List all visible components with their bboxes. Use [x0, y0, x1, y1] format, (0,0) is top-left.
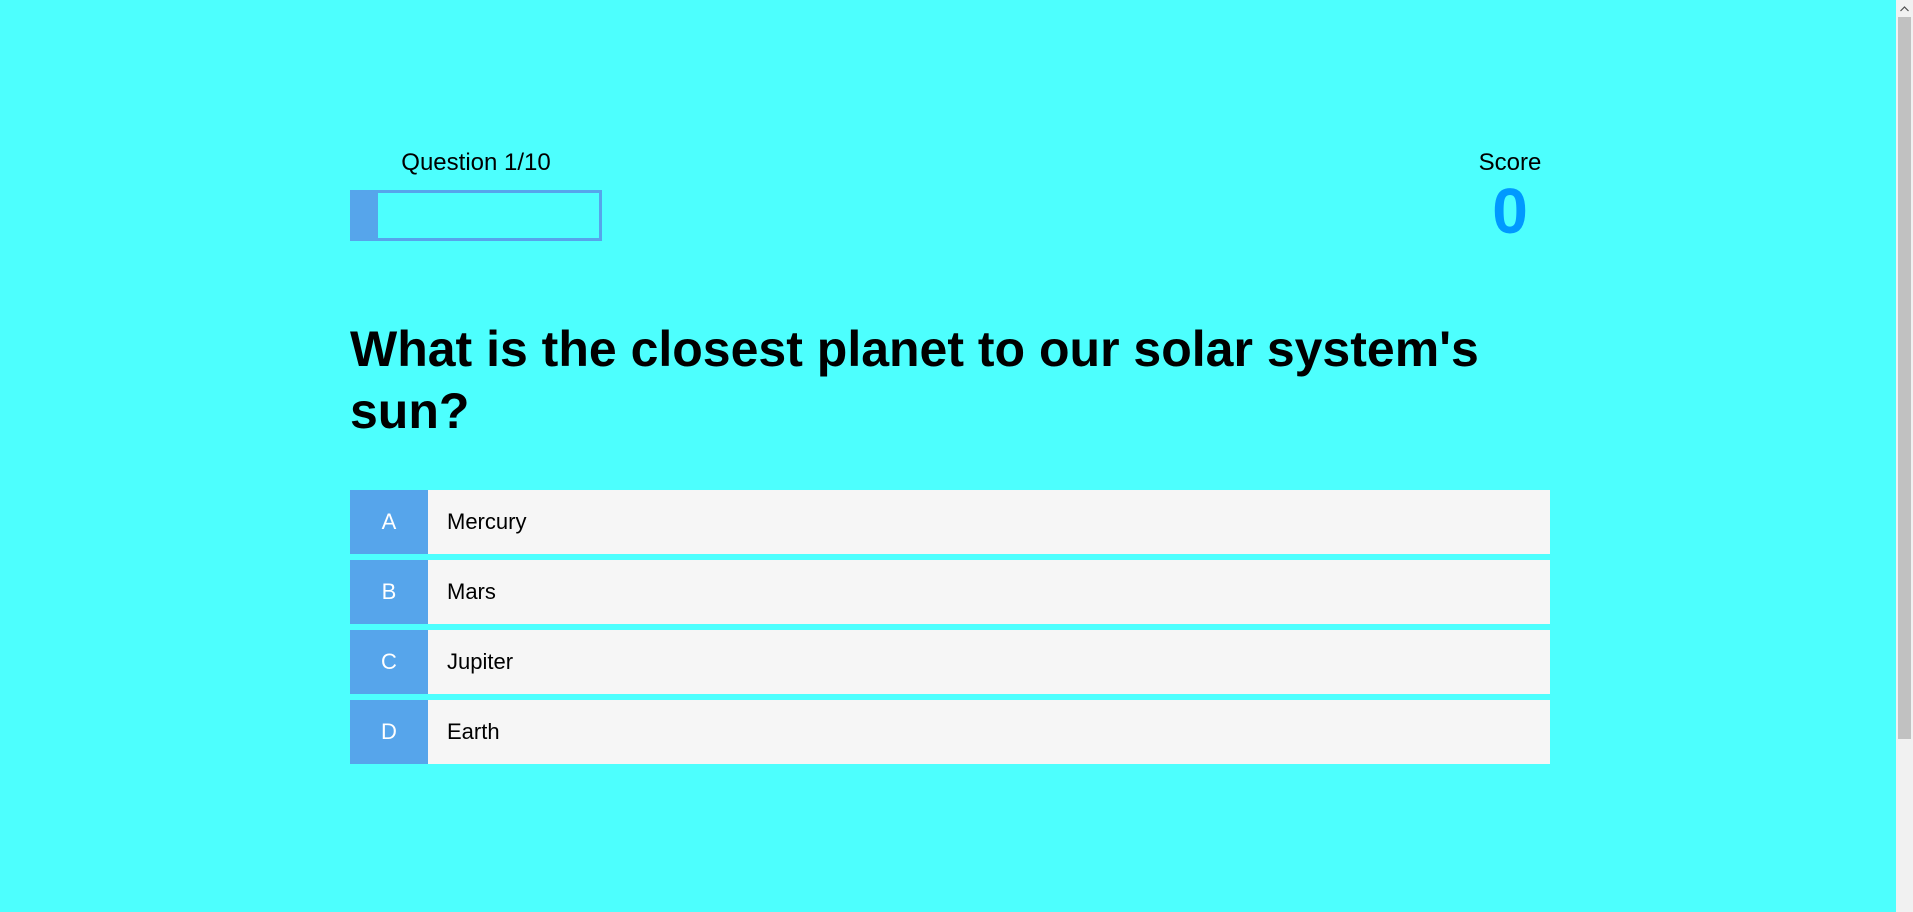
chevron-up-icon[interactable]: [1896, 0, 1913, 17]
progress-section: Question 1/10: [350, 148, 602, 241]
choices-list: A Mercury B Mars C Jupiter D Earth: [350, 490, 1550, 770]
choice-d[interactable]: D Earth: [350, 700, 1550, 764]
choice-prefix: C: [350, 630, 428, 694]
progress-bar: [350, 190, 602, 241]
choice-prefix: D: [350, 700, 428, 764]
hud: Question 1/10 Score 0: [350, 148, 1550, 258]
choice-prefix: B: [350, 560, 428, 624]
question-text: What is the closest planet to our solar …: [350, 321, 1479, 439]
vertical-scrollbar[interactable]: [1896, 0, 1913, 912]
choice-c[interactable]: C Jupiter: [350, 630, 1550, 694]
score-section: Score 0: [1470, 148, 1550, 248]
progress-text: Question 1/10: [401, 149, 551, 176]
choice-text[interactable]: Jupiter: [428, 630, 513, 694]
choice-text[interactable]: Mercury: [428, 490, 526, 554]
scrollbar-thumb[interactable]: [1898, 17, 1911, 739]
choice-text[interactable]: Mars: [428, 560, 496, 624]
choice-b[interactable]: B Mars: [350, 560, 1550, 624]
choice-prefix: A: [350, 490, 428, 554]
score-value: 0: [1492, 175, 1528, 247]
choice-a[interactable]: A Mercury: [350, 490, 1550, 554]
progress-bar-fill: [353, 193, 378, 238]
choice-text[interactable]: Earth: [428, 700, 500, 764]
quiz-page: Question 1/10 Score 0 What is the closes…: [350, 0, 1550, 912]
